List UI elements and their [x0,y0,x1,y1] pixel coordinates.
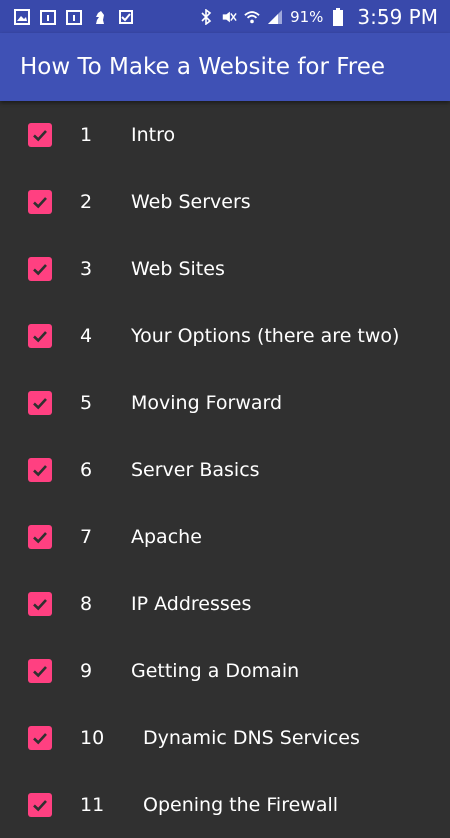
list-item[interactable]: 2 Web Servers [0,168,450,235]
app-bar: How To Make a Website for Free [0,33,450,101]
check-icon [33,465,47,477]
checkbox[interactable] [28,726,52,750]
list-item[interactable]: 5 Moving Forward [0,369,450,436]
checkbox[interactable] [28,458,52,482]
item-label: IP Addresses [131,593,252,615]
checkbox[interactable] [28,592,52,616]
list-item[interactable]: 8 IP Addresses [0,570,450,637]
checkbox[interactable] [28,324,52,348]
item-number: 9 [80,660,93,682]
check-icon [33,264,47,276]
list-item[interactable]: 7 Apache [0,503,450,570]
list-item[interactable]: 3 Web Sites [0,235,450,302]
checkbox[interactable] [28,793,52,817]
check-icon [33,532,47,544]
checkbox[interactable] [28,525,52,549]
item-label: Web Servers [131,191,251,213]
item-number: 11 [80,794,105,816]
check-icon [33,331,47,343]
item-label: Web Sites [131,258,225,280]
item-label: Apache [131,526,202,548]
system-icons: 91% 3:59 PM [198,5,450,29]
item-number: 3 [80,258,93,280]
list-item[interactable]: 9 Getting a Domain [0,637,450,704]
item-label: Server Basics [131,459,260,481]
item-number: 1 [80,124,93,146]
item-number: 10 [80,727,105,749]
list-item[interactable]: 11 Opening the Firewall [0,771,450,838]
notification-icons [0,8,134,25]
list-item[interactable]: 4 Your Options (there are two) [0,302,450,369]
list-item[interactable]: 1 Intro [0,101,450,168]
item-number: 7 [80,526,93,548]
bluetooth-icon [198,8,214,25]
signal-icon [267,9,283,25]
wifi-icon [244,9,260,25]
calendar-icon [66,9,82,25]
check-icon [33,733,47,745]
download-check-icon [118,9,134,25]
item-number: 8 [80,593,93,615]
check-icon [33,398,47,410]
item-label: Moving Forward [131,392,283,414]
mute-icon [221,9,237,25]
item-label: Intro [131,124,176,146]
page-title: How To Make a Website for Free [20,54,386,80]
check-icon [33,197,47,209]
item-number: 5 [80,392,93,414]
battery-icon [330,7,346,26]
battery-percent: 91% [290,7,324,26]
item-number: 4 [80,325,93,347]
list-item[interactable]: 10 Dynamic DNS Services [0,704,450,771]
calendar-icon [40,9,56,25]
check-icon [33,599,47,611]
item-label: Getting a Domain [131,660,300,682]
check-icon [33,800,47,812]
item-label: Dynamic DNS Services [143,727,360,749]
item-label: Your Options (there are two) [131,325,400,347]
clock: 3:59 PM [357,4,438,29]
list-item[interactable]: 6 Server Basics [0,436,450,503]
check-icon [33,666,47,678]
checkbox[interactable] [28,190,52,214]
checkbox[interactable] [28,123,52,147]
status-bar: 91% 3:59 PM [0,0,450,33]
chess-knight-icon [92,9,108,25]
checkbox[interactable] [28,659,52,683]
checkbox[interactable] [28,391,52,415]
item-number: 2 [80,191,93,213]
check-icon [33,130,47,142]
item-label: Opening the Firewall [143,794,339,816]
chapter-list: 1 Intro 2 Web Servers 3 Web Sites 4 Your… [0,101,450,838]
gallery-icon [14,8,30,25]
checkbox[interactable] [28,257,52,281]
item-number: 6 [80,459,93,481]
